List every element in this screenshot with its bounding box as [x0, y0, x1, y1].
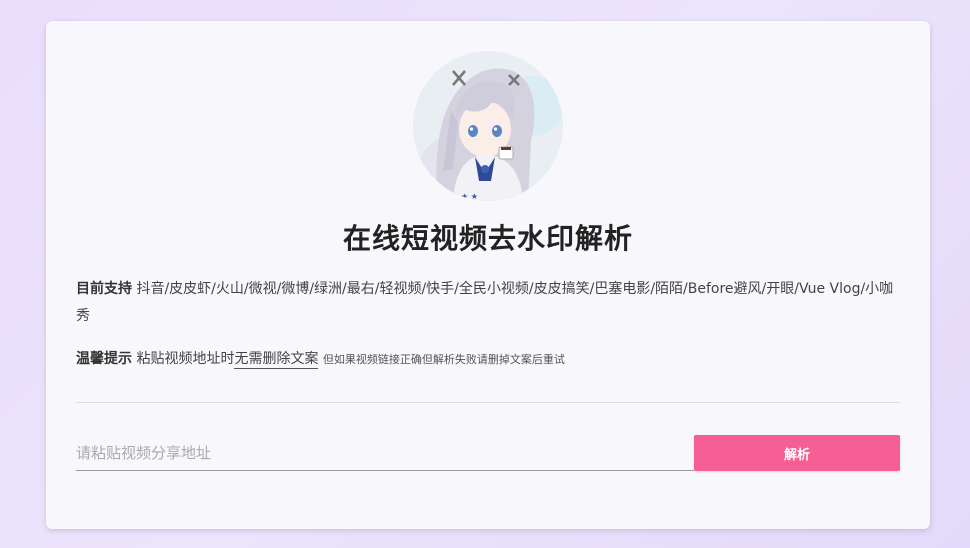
tip-text: 粘贴视频地址时 — [136, 351, 235, 367]
divider — [76, 402, 900, 403]
main-card: ★ ★ 在线短视频去水印解析 目前支持 抖音/皮皮虾/火山/微视/微博/绿洲/最… — [46, 21, 930, 529]
avatar: ★ ★ — [413, 51, 563, 201]
warm-tip: 温馨提示 粘贴视频地址时无需删除文案 但如果视频链接正确但解析失败请删掉文案后重… — [76, 348, 900, 369]
supported-platforms: 目前支持 抖音/皮皮虾/火山/微视/微博/绿洲/最右/轻视频/快手/全民小视频/… — [76, 276, 900, 330]
support-platform-list: 抖音/皮皮虾/火山/微视/微博/绿洲/最右/轻视频/快手/全民小视频/皮皮搞笑/… — [76, 281, 894, 324]
avatar-illustration: ★ ★ — [413, 51, 563, 201]
parse-button[interactable]: 解析 — [694, 435, 900, 471]
tip-small-note: 但如果视频链接正确但解析失败请删掉文案后重试 — [322, 353, 565, 366]
tip-underlined-text: 无需删除文案 — [234, 351, 319, 369]
support-label: 目前支持 — [76, 281, 132, 297]
page-title: 在线短视频去水印解析 — [342, 222, 633, 255]
video-url-input[interactable] — [76, 435, 694, 471]
svg-text:★ ★: ★ ★ — [461, 192, 478, 201]
tip-label: 温馨提示 — [76, 351, 132, 367]
